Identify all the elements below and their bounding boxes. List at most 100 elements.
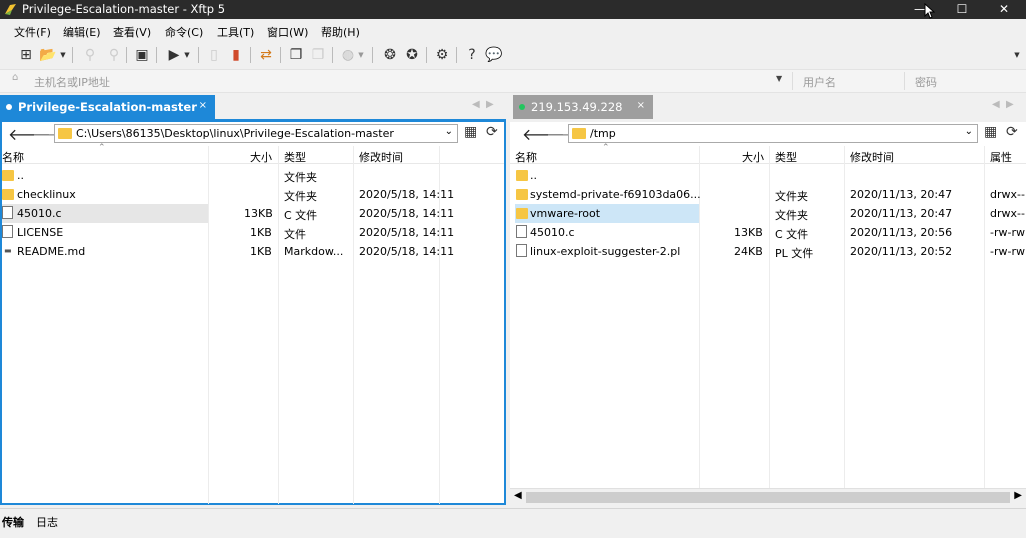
menu-edit[interactable]: 编辑(E) — [63, 24, 101, 40]
chat-icon[interactable]: 💬 — [484, 45, 504, 65]
local-tab-nav-arrows[interactable]: ◀ ▶ — [472, 99, 494, 110]
table-row[interactable]: .. 文件夹 — [2, 166, 504, 185]
table-row[interactable]: LICENSE 1KB 文件 2020/5/18, 14:11 — [2, 223, 504, 242]
local-path-input[interactable]: C:\Users\86135\Desktop\linux\Privilege-E… — [54, 124, 458, 143]
transfer-icon[interactable]: ⇄ — [256, 45, 276, 65]
toolbar-separator — [456, 47, 457, 63]
new-folder-icon[interactable]: ▦ — [984, 124, 997, 140]
toolbar-separator — [72, 47, 73, 63]
markdown-file-icon: ▬ — [4, 246, 12, 255]
sort-up-icon: ⌃ — [602, 143, 610, 153]
remote-column-header: 名称 ⌃ 大小 类型 修改时间 属性 — [510, 143, 1026, 165]
col-type[interactable]: 类型 — [284, 149, 306, 165]
title-bar: Privilege-Escalation-master - Xftp 5 — ☐… — [0, 0, 1026, 19]
new-session-icon[interactable]: ⊞ — [16, 45, 36, 65]
menu-tools[interactable]: 工具(T) — [217, 24, 254, 40]
col-modified[interactable]: 修改时间 — [850, 149, 894, 165]
xshell-icon[interactable]: ❂ — [380, 45, 400, 65]
open-folder-icon[interactable]: 📂 — [38, 45, 58, 65]
menu-view[interactable]: 查看(V) — [113, 24, 151, 40]
close-tab-icon[interactable]: × — [637, 100, 645, 111]
remote-tab-nav-arrows[interactable]: ◀ ▶ — [992, 99, 1014, 110]
col-name[interactable]: 名称 — [515, 149, 537, 165]
close-tab-icon[interactable]: × — [199, 100, 207, 111]
col-size[interactable]: 大小 — [250, 149, 272, 165]
tab-remote-label: 219.153.49.228 — [531, 100, 623, 114]
bottom-panel: 传输 日志 — [0, 508, 1026, 538]
horizontal-scrollbar[interactable]: ◀ ▶ — [510, 488, 1026, 505]
refresh-icon[interactable]: ⟳ — [486, 124, 498, 140]
mouse-cursor-icon — [924, 3, 935, 19]
table-row[interactable]: systemd-private-f69103da06... 文件夹 2020/1… — [510, 185, 1026, 204]
help-icon[interactable]: ? — [462, 45, 482, 65]
col-attributes[interactable]: 属性 — [990, 149, 1012, 165]
remote-path-input[interactable]: /tmp ⌄ — [568, 124, 978, 143]
copy-icon[interactable]: ❐ — [286, 45, 306, 65]
scrollbar-thumb[interactable] — [526, 492, 1010, 503]
local-column-header: 名称 ⌃ 大小 类型 修改时间 — [2, 143, 504, 165]
toolbar-separator — [156, 47, 157, 63]
play-icon[interactable]: ▶ — [164, 45, 184, 65]
host-dropdown-icon[interactable]: ▼ — [776, 74, 782, 83]
disconnect-icon[interactable]: ⚲ — [104, 45, 124, 65]
host-input[interactable]: 主机名或IP地址 — [6, 74, 792, 90]
col-size[interactable]: 大小 — [742, 149, 764, 165]
folder-icon — [572, 128, 586, 139]
menu-command[interactable]: 命令(C) — [165, 24, 203, 40]
remote-path-row: 🡐 🡒 /tmp ⌄ ▦ ⟳ — [510, 122, 1026, 146]
folder-icon — [516, 189, 528, 200]
play-dropdown-icon[interactable]: ▼ — [182, 45, 192, 65]
open-dropdown-icon[interactable]: ▼ — [58, 45, 68, 65]
connect-icon[interactable]: ⚲ — [80, 45, 100, 65]
local-file-pane: 🡐 🡒 C:\Users\86135\Desktop\linux\Privile… — [0, 119, 506, 505]
tab-local[interactable]: Privilege-Escalation-master × — [0, 95, 215, 119]
file-icon — [2, 206, 13, 219]
table-row[interactable]: linux-exploit-suggester-2.pl 24KB PL 文件 … — [510, 242, 1026, 261]
tab-remote[interactable]: 219.153.49.228 × — [513, 95, 653, 119]
paste-icon[interactable]: ❐ — [308, 45, 328, 65]
table-row[interactable]: vmware-root 文件夹 2020/11/13, 20:47 drwx-- — [510, 204, 1026, 223]
toolbar-separator — [280, 47, 281, 63]
menu-help[interactable]: 帮助(H) — [321, 24, 360, 40]
table-row[interactable]: 45010.c 13KB C 文件 2020/11/13, 20:56 -rw-… — [510, 223, 1026, 242]
password-input[interactable]: 密码 — [904, 72, 1019, 90]
col-type[interactable]: 类型 — [775, 149, 797, 165]
new-folder-icon[interactable]: ▦ — [464, 124, 477, 140]
toolbar-separator — [372, 47, 373, 63]
table-row[interactable]: 45010.c 13KB C 文件 2020/5/18, 14:11 — [2, 204, 504, 223]
menu-file[interactable]: 文件(F) — [14, 24, 51, 40]
toolbar-overflow-icon[interactable]: ▼ — [1012, 45, 1022, 65]
tab-transfer[interactable]: 传输 — [2, 514, 24, 530]
col-name[interactable]: 名称 — [2, 149, 24, 165]
username-input[interactable]: 用户名 — [792, 72, 902, 90]
maximize-button[interactable]: ☐ — [940, 0, 984, 19]
xmanager-icon[interactable]: ✪ — [402, 45, 422, 65]
settings-gear-icon[interactable]: ⚙ — [432, 45, 452, 65]
new-file-icon[interactable]: ▯ — [204, 45, 224, 65]
table-row[interactable]: ▬ README.md 1KB Markdow... 2020/5/18, 14… — [2, 242, 504, 261]
scroll-left-icon[interactable]: ◀ — [514, 490, 522, 501]
toolbar-separator — [426, 47, 427, 63]
globe-icon[interactable]: ◍ — [338, 45, 358, 65]
minimize-button[interactable]: — — [898, 0, 942, 19]
tab-local-label: Privilege-Escalation-master — [18, 100, 197, 114]
lock-icon: ⌂ — [12, 72, 19, 83]
tab-log[interactable]: 日志 — [36, 514, 58, 530]
local-path-text: C:\Users\86135\Desktop\linux\Privilege-E… — [76, 127, 394, 140]
host-placeholder: 主机名或IP地址 — [34, 76, 110, 89]
toolbar: ⊞ 📂 ▼ ⚲ ⚲ ▣ ▶ ▼ ▯ ▮ ⇄ ❐ ❐ ◍ ▼ ❂ ✪ ⚙ ? 💬 … — [0, 41, 1026, 69]
new-document-icon[interactable]: ▮ — [226, 45, 246, 65]
chevron-down-icon[interactable]: ⌄ — [445, 126, 453, 137]
scroll-right-icon[interactable]: ▶ — [1014, 490, 1022, 501]
table-row[interactable]: .. — [510, 166, 1026, 185]
table-row[interactable]: checklinux 文件夹 2020/5/18, 14:11 — [2, 185, 504, 204]
globe-dropdown-icon[interactable]: ▼ — [356, 45, 366, 65]
close-window-button[interactable]: ✕ — [982, 0, 1026, 19]
folder-icon — [2, 170, 14, 181]
chevron-down-icon[interactable]: ⌄ — [965, 126, 973, 137]
address-bar: 主机名或IP地址 ⌂ ▼ 用户名 密码 — [0, 69, 1026, 93]
menu-window[interactable]: 窗口(W) — [267, 24, 308, 40]
properties-icon[interactable]: ▣ — [132, 45, 152, 65]
refresh-icon[interactable]: ⟳ — [1006, 124, 1018, 140]
col-modified[interactable]: 修改时间 — [359, 149, 403, 165]
